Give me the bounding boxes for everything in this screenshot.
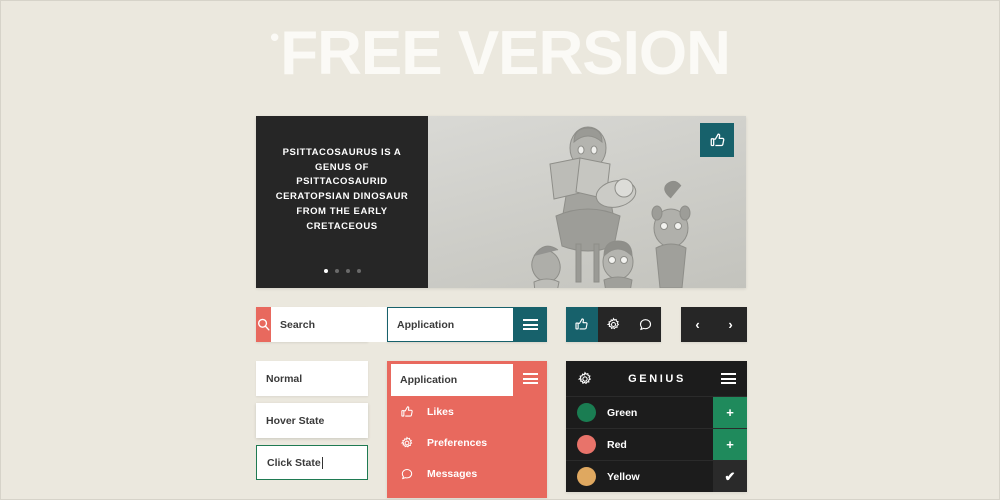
- hamburger-icon: [522, 371, 538, 387]
- carousel-dots[interactable]: [256, 269, 428, 273]
- confirm-button[interactable]: ✔: [713, 461, 747, 492]
- gear-icon: [606, 317, 620, 330]
- carousel-dot-4[interactable]: [356, 269, 361, 273]
- dropdown-item-label: Likes: [427, 405, 454, 418]
- dropdown-item-label: Preferences: [427, 436, 488, 449]
- dropdown-item-label: Messages: [427, 467, 478, 480]
- genius-row-yellow[interactable]: Yellow ✔: [566, 460, 747, 492]
- next-button[interactable]: ›: [714, 307, 747, 342]
- gear-icon: [398, 434, 415, 451]
- application-dropdown-expanded[interactable]: Application Likes Preferences Messages: [387, 361, 547, 498]
- input-state-list: Normal Hover State Click State: [256, 361, 368, 487]
- color-swatch: [577, 403, 596, 422]
- add-button[interactable]: +: [713, 429, 747, 460]
- genius-row-label: Red: [607, 438, 627, 451]
- hamburger-icon: [522, 317, 538, 333]
- dropdown-menu-button[interactable]: [513, 361, 547, 396]
- color-swatch: [577, 467, 596, 486]
- dropdown-item-messages[interactable]: Messages: [387, 458, 547, 489]
- text-caret: [321, 456, 323, 469]
- icon-button-group[interactable]: [566, 307, 662, 342]
- title-bullet-icon: •: [270, 22, 279, 52]
- thumbs-up-icon: [710, 132, 724, 146]
- thumbs-up-icon: [398, 403, 415, 420]
- page-canvas: •FREE VERSION Psittacosaurus is a genus …: [0, 0, 1000, 500]
- thumbs-up-icon: [575, 318, 588, 330]
- prev-button[interactable]: ‹: [681, 307, 714, 342]
- hero-banner: Psittacosaurus is a genus of psittacosau…: [256, 116, 746, 288]
- banner-copy: Psittacosaurus is a genus of psittacosau…: [275, 147, 409, 232]
- carousel-nav-group[interactable]: ‹ ›: [681, 307, 747, 342]
- search-icon: [258, 318, 270, 331]
- application-select-value[interactable]: Application: [387, 307, 513, 342]
- input-state-hover[interactable]: Hover State: [256, 403, 368, 438]
- input-state-click[interactable]: Click State: [256, 445, 368, 480]
- character-illustration: [531, 126, 691, 288]
- application-select[interactable]: Application: [387, 307, 547, 342]
- page-title-text: FREE VERSION: [280, 19, 731, 88]
- banner-text-pane: Psittacosaurus is a genus of psittacosau…: [256, 116, 428, 288]
- input-state-click-label: Click State: [267, 456, 321, 469]
- genius-row-label: Green: [607, 406, 638, 419]
- carousel-dot-3[interactable]: [345, 269, 350, 273]
- chat-bubble-icon: [639, 319, 651, 331]
- gear-icon[interactable]: [577, 371, 593, 387]
- genius-row-red[interactable]: Red +: [566, 428, 747, 460]
- banner-illustration: [428, 116, 746, 288]
- color-swatch: [577, 435, 596, 454]
- hamburger-icon[interactable]: [721, 371, 736, 387]
- dropdown-item-likes[interactable]: Likes: [387, 396, 547, 427]
- genius-panel: GENIUS Green + Red + Yellow ✔: [566, 361, 747, 492]
- carousel-dot-1[interactable]: [323, 269, 328, 273]
- application-select-menu-button[interactable]: [513, 307, 547, 342]
- chat-bubble-icon: [398, 465, 415, 482]
- search-widget[interactable]: [256, 307, 421, 342]
- dropdown-header[interactable]: Application: [387, 361, 547, 396]
- dropdown-item-preferences[interactable]: Preferences: [387, 427, 547, 458]
- add-button[interactable]: +: [713, 397, 747, 428]
- settings-button[interactable]: [597, 307, 630, 342]
- input-state-normal[interactable]: Normal: [256, 361, 368, 396]
- genius-row-green[interactable]: Green +: [566, 396, 747, 428]
- genius-title: GENIUS: [628, 372, 686, 385]
- genius-row-label: Yellow: [607, 470, 640, 483]
- search-button[interactable]: [256, 307, 271, 342]
- carousel-dot-2[interactable]: [334, 269, 339, 273]
- dropdown-header-value[interactable]: Application: [391, 364, 513, 396]
- genius-header: GENIUS: [566, 361, 747, 396]
- banner-like-button[interactable]: [700, 123, 734, 157]
- messages-button[interactable]: [629, 307, 662, 342]
- like-button[interactable]: [566, 307, 598, 342]
- page-title: •FREE VERSION: [1, 23, 999, 85]
